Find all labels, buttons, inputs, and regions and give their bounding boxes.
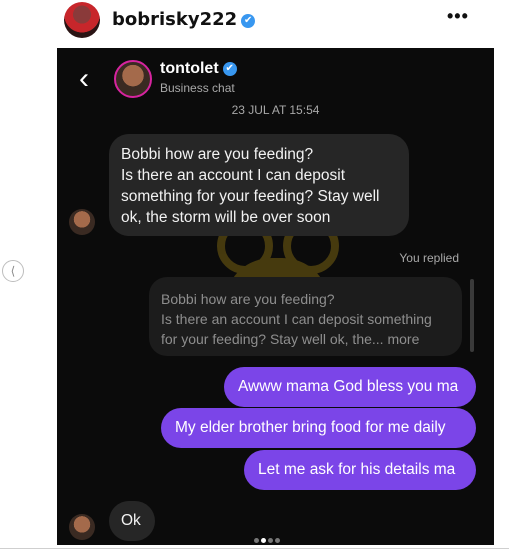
contact-name[interactable]: tontolet ✔ (160, 60, 237, 78)
carousel-dot (275, 538, 280, 543)
carousel-prev-icon[interactable]: ⟨ (2, 260, 24, 282)
message-bubble-outgoing[interactable]: Awww mama God bless you ma (224, 367, 476, 407)
message-bubble-outgoing[interactable]: My elder brother bring food for me daily (161, 408, 476, 448)
quote-indicator-bar (470, 279, 474, 352)
message-line: Bobbi how are you feeding? (121, 146, 314, 163)
more-options-icon[interactable]: ••• (447, 6, 469, 27)
divider (0, 548, 509, 549)
quoted-text: Bobbi how are you feeding? Is there an a… (161, 289, 451, 349)
carousel-dot (254, 538, 259, 543)
message-text: Ok (121, 512, 141, 529)
chat-timestamp: 23 JUL AT 15:54 (231, 103, 320, 117)
message-line: ok, the storm will be over soon (121, 209, 331, 226)
carousel-dot (268, 538, 273, 543)
message-bubble-incoming[interactable]: Ok (109, 501, 155, 541)
contact-name-text[interactable]: tontolet (160, 60, 219, 77)
quoted-message[interactable]: Bobbi how are you feeding? Is there an a… (149, 277, 462, 356)
quoted-line: Bobbi how are you feeding? (161, 291, 335, 307)
message-bubble-outgoing[interactable]: Let me ask for his details ma (244, 450, 476, 490)
message-text: Awww mama God bless you ma (238, 378, 459, 395)
contact-subtitle: Business chat (160, 81, 235, 95)
message-text: My elder brother bring food for me daily (175, 419, 446, 436)
message-text: Bobbi how are you feeding? Is there an a… (121, 144, 411, 228)
sender-avatar (69, 514, 95, 540)
carousel-dot-active (261, 538, 266, 543)
dm-screenshot: instablog9ja ‹ tontolet✔ Business chat 2… (57, 48, 494, 545)
sender-avatar (69, 209, 95, 235)
carousel-dots (253, 530, 281, 545)
quoted-line: for your feeding? Stay well ok, the... m… (161, 331, 420, 347)
contact-verified-icon: ✔ (222, 62, 237, 76)
post-username[interactable]: bobrisky222 ✔ (112, 9, 256, 30)
message-text: Let me ask for his details ma (258, 461, 456, 478)
post-avatar[interactable] (64, 2, 100, 38)
message-line: something for your feeding? Stay well (121, 188, 380, 205)
post-header: bobrisky222 ✔ ••• (0, 0, 509, 40)
back-arrow-icon[interactable]: ‹ (79, 64, 89, 94)
quoted-line: Is there an account I can deposit someth… (161, 311, 432, 327)
contact-avatar[interactable] (114, 60, 152, 98)
post-username-text[interactable]: bobrisky222 (112, 9, 237, 30)
message-line: Is there an account I can deposit (121, 167, 346, 184)
you-replied-label: You replied (399, 251, 459, 265)
message-bubble-incoming[interactable]: Bobbi how are you feeding? Is there an a… (109, 134, 409, 236)
verified-badge-icon: ✔ (241, 14, 256, 28)
